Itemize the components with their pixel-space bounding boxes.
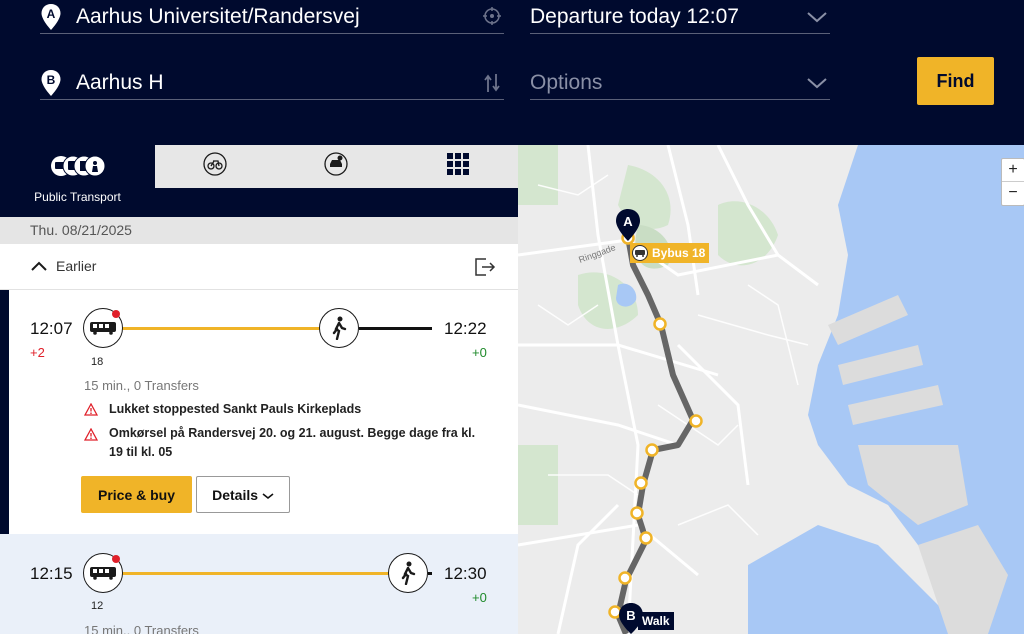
bus-leg-bar (120, 572, 392, 575)
departure-delay: +2 (30, 345, 45, 360)
walk-leg-bar (428, 572, 432, 575)
tab-public-transport[interactable]: Public Transport (0, 145, 155, 217)
from-field[interactable]: A Aarhus Universitet/Randersvej (40, 0, 504, 34)
svg-text:B: B (47, 73, 56, 87)
bus-route-label: Bybus 18 (630, 243, 710, 263)
tab-public-transport-label: Public Transport (34, 190, 121, 204)
grid-icon (446, 153, 469, 180)
options-field[interactable]: Options (530, 66, 830, 100)
tab-more[interactable] (397, 145, 518, 188)
price-buy-button[interactable]: Price & buy (81, 476, 192, 513)
swap-icon[interactable] (482, 72, 502, 99)
departure-value: Departure today 12:07 (530, 4, 739, 28)
from-value: Aarhus Universitet/Randersvej (76, 4, 360, 28)
trip-card[interactable]: 12:07 +2 18 12:22 +0 15 min., 0 Transfer… (0, 290, 518, 534)
departure-time: 12:15 (30, 564, 73, 583)
departure-field[interactable]: Departure today 12:07 (530, 0, 830, 34)
chevron-up-icon (30, 259, 48, 277)
search-header: A Aarhus Universitet/Randersvej B Aarhus… (0, 0, 1024, 145)
disruption-dot (112, 310, 120, 318)
line-number: 12 (91, 600, 104, 612)
car-icon (324, 152, 348, 181)
walk-label: Walk (638, 612, 674, 630)
tab-bike[interactable] (155, 145, 275, 188)
to-value: Aarhus H (76, 70, 164, 94)
walk-leg-bar (359, 327, 432, 330)
svg-text:A: A (47, 7, 56, 21)
options-value: Options (530, 70, 603, 94)
arrival-delay: +0 (472, 345, 487, 360)
departure-time: 12:07 (30, 319, 73, 338)
mode-tabs: Public Transport (0, 145, 518, 217)
trip-card[interactable]: 12:15 12 12:30 +0 15 min., 0 Transfers (0, 534, 518, 634)
line-number: 18 (91, 356, 104, 368)
find-button[interactable]: Find (917, 57, 994, 105)
warning-message: Omkørsel på Randersvej 20. og 21. august… (109, 426, 476, 459)
zoom-controls: + − (1001, 158, 1024, 206)
details-button[interactable]: Details (196, 476, 290, 513)
walk-icon (319, 308, 359, 348)
arrival-time: 12:30 (444, 564, 487, 583)
marker-b-icon: B (40, 69, 62, 97)
zoom-out-button[interactable]: − (1002, 182, 1024, 205)
disruption-dot (112, 555, 120, 563)
warning-icon (83, 427, 99, 446)
chevron-down-icon (262, 487, 274, 503)
svg-text:B: B (626, 608, 635, 623)
bus-icon (632, 245, 648, 261)
arrival-time: 12:22 (444, 319, 487, 338)
to-field[interactable]: B Aarhus H (40, 66, 504, 100)
earlier-label: Earlier (56, 258, 97, 274)
export-icon[interactable] (474, 257, 496, 282)
marker-a-icon: A (40, 3, 62, 31)
trip-summary: 15 min., 0 Transfers (84, 623, 199, 634)
public-transport-icon (50, 155, 106, 182)
details-label: Details (212, 486, 259, 503)
walk-icon (388, 553, 428, 593)
bus-route-text: Bybus 18 (652, 246, 706, 260)
trip-summary: 15 min., 0 Transfers (84, 378, 199, 393)
warning-message: Lukket stoppested Sankt Pauls Kirkeplads (109, 402, 362, 416)
earlier-row[interactable]: Earlier (0, 244, 518, 290)
chevron-down-icon[interactable] (806, 10, 828, 29)
bike-icon (203, 152, 227, 181)
date-bar: Thu. 08/21/2025 (0, 217, 518, 244)
svg-text:A: A (623, 214, 633, 229)
chevron-down-icon[interactable] (806, 76, 828, 95)
bus-leg-bar (119, 327, 324, 330)
tab-car[interactable] (275, 145, 397, 188)
arrival-delay: +0 (472, 590, 487, 605)
warning-icon (83, 402, 99, 421)
zoom-in-button[interactable]: + (1002, 159, 1024, 182)
tabs-strip (155, 188, 518, 217)
locate-icon[interactable] (482, 6, 502, 31)
route-map[interactable]: Ringgade A B Bybus 18 Walk (518, 145, 1024, 634)
date-label: Thu. 08/21/2025 (30, 222, 132, 238)
